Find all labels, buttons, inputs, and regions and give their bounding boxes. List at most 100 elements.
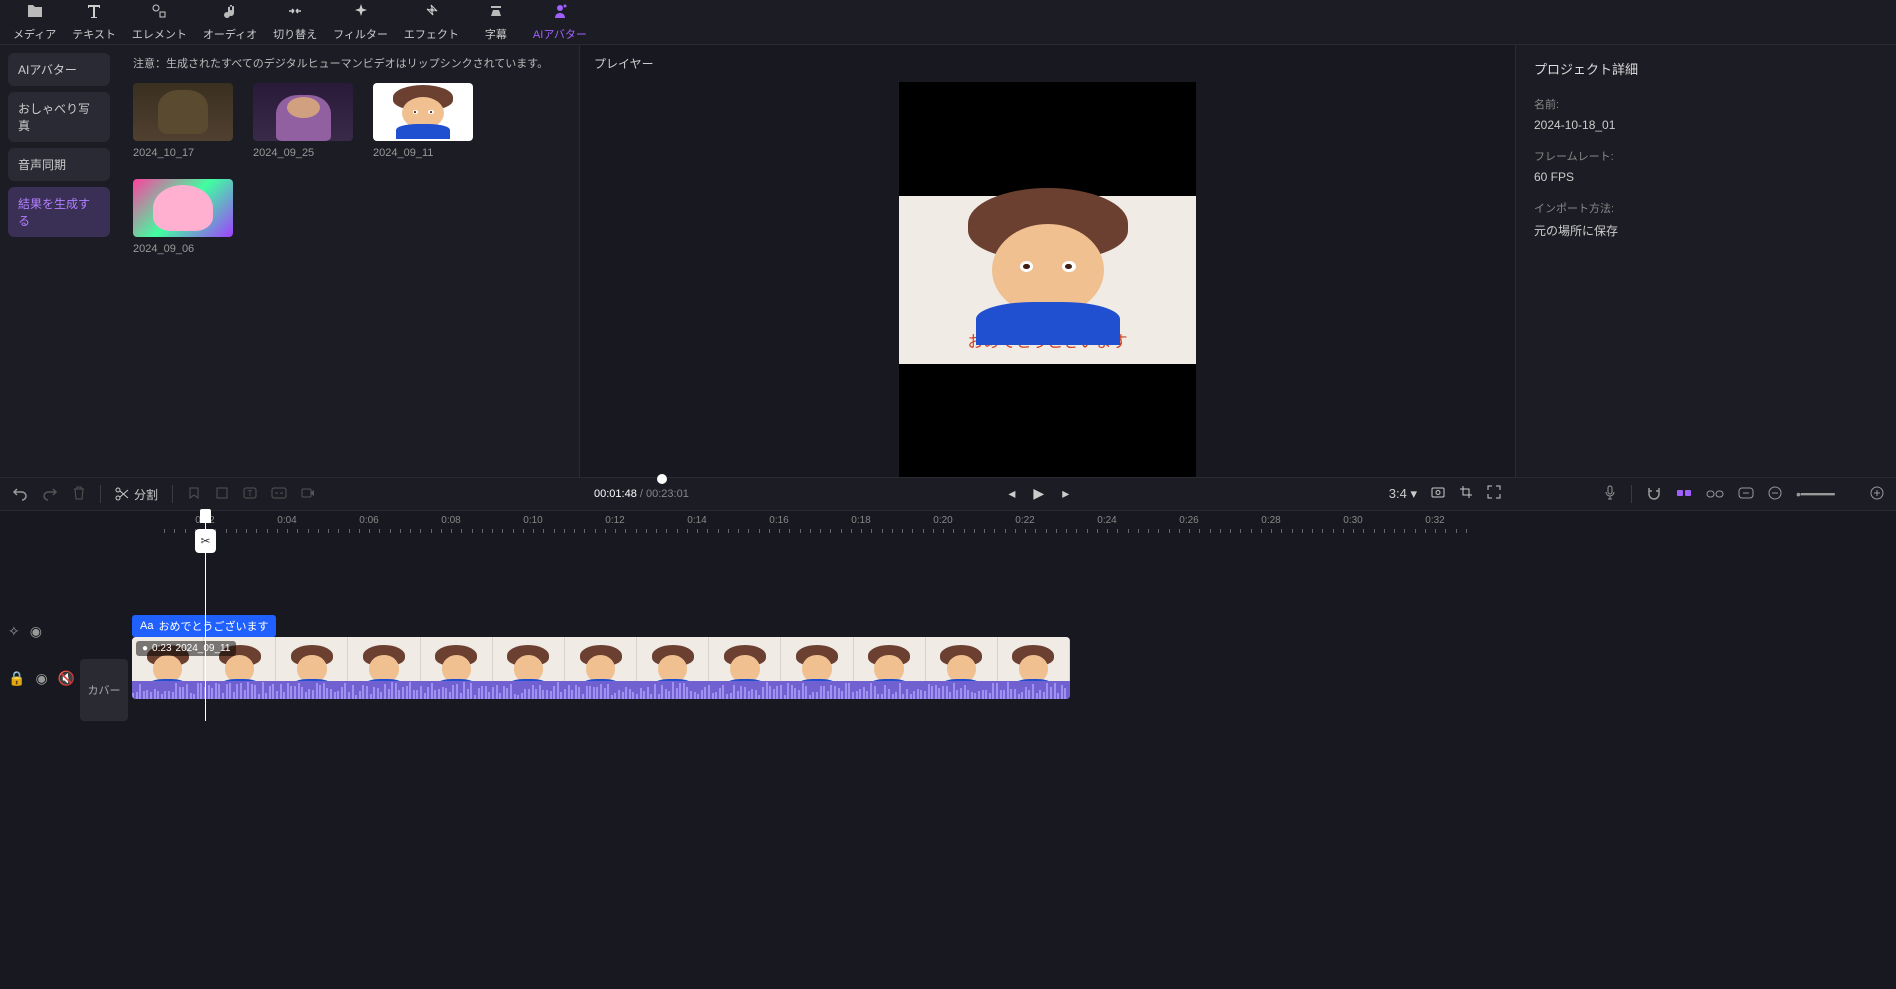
crop-tool-icon[interactable] [215, 486, 229, 503]
track-effect-icon[interactable]: ✧ [8, 623, 20, 640]
player-controls: 00:01:48 / 00:23:01 ◂ ▶ ▸ 3:4 ▾ [580, 477, 1515, 510]
ruler-mark: 0:14 [687, 515, 706, 526]
transition-icon [287, 3, 303, 24]
zoom-slider[interactable]: •━━━━ [1796, 486, 1856, 503]
avatar-icon [552, 3, 568, 24]
progress-thumb[interactable] [657, 474, 667, 484]
text-tool-icon[interactable]: T [243, 486, 257, 503]
video-clip[interactable]: ● 0:23 2024_09_11 [132, 637, 1070, 699]
thumbnail-label: 2024_09_06 [133, 243, 233, 255]
player-title: プレイヤー [580, 45, 1515, 82]
import-label: インポート方法: [1534, 200, 1878, 216]
details-panel: プロジェクト詳細 名前: 2024-10-18_01 フレームレート: 60 F… [1516, 45, 1896, 477]
tab-audio[interactable]: オーディオ [195, 0, 265, 44]
sidebar-item-generate[interactable]: 結果を生成する [8, 187, 110, 237]
subtitle-icon [488, 3, 504, 24]
thumbnail-image [373, 83, 473, 141]
framerate-label: フレームレート: [1534, 148, 1878, 164]
thumbnail-image [133, 83, 233, 141]
ruler-mark: 0:18 [851, 515, 870, 526]
audio-icon [222, 3, 238, 24]
cover-button[interactable]: カバー [80, 659, 128, 721]
tab-text[interactable]: テキスト [64, 0, 124, 44]
folder-icon [26, 3, 44, 24]
magnet-icon[interactable] [1646, 486, 1662, 503]
sidebar-item-avatar[interactable]: AIアバター [8, 53, 110, 86]
tab-ai-avatar[interactable]: AIアバター [525, 0, 595, 44]
left-panel: AIアバター おしゃべり写真 音声同期 結果を生成する 注意：生成されたすべての… [0, 45, 580, 477]
ruler-mark: 0:32 [1425, 515, 1444, 526]
track-lock-icon[interactable]: 🔒 [8, 670, 25, 687]
text-clip-label: おめでとうございます [158, 618, 268, 634]
effect-icon [423, 3, 439, 24]
current-time: 00:01:48 [594, 488, 637, 500]
track-mute-icon[interactable]: 🔇 [58, 670, 75, 687]
svg-text:T: T [248, 489, 253, 498]
ruler-mark: 0:22 [1015, 515, 1034, 526]
ruler-mark: 0:06 [359, 515, 378, 526]
unlink-icon[interactable] [1706, 486, 1724, 502]
ruler-mark: 0:16 [769, 515, 788, 526]
undo-icon[interactable] [12, 485, 28, 504]
zoom-out-icon[interactable] [1768, 486, 1782, 503]
thumbnail-image [133, 179, 233, 237]
top-tabs: メディア テキスト エレメント オーディオ 切り替え フィルター エフェクト 字… [0, 0, 1896, 45]
thumbnail-item[interactable]: 2024_09_25 [253, 83, 353, 159]
notice-text: 注意：生成されたすべてのデジタルヒューマンビデオはリップシンクされています。 [133, 55, 564, 71]
video-canvas[interactable]: おめでとうございます [899, 82, 1196, 477]
prev-frame-icon[interactable]: ◂ [1008, 485, 1015, 502]
player-panel: プレイヤー おめでとうございます 00:01:48 / 00:23:01 ◂ ▶… [580, 45, 1516, 477]
track-controls: ✧ ◉ 🔒 ◉ 🔇 [0, 615, 80, 721]
crop-icon[interactable] [1459, 485, 1473, 502]
tab-subtitle[interactable]: 字幕 [467, 0, 525, 44]
tab-elements[interactable]: エレメント [124, 0, 195, 44]
playhead-cut-icon[interactable]: ✂ [195, 529, 216, 553]
name-value: 2024-10-18_01 [1534, 118, 1878, 132]
marker-icon[interactable] [187, 486, 201, 503]
snapshot-icon[interactable] [1431, 485, 1445, 502]
tracks: Aa おめでとうございます ● 0:23 2024_09_11 [132, 615, 1896, 721]
track-eye-icon[interactable]: ◉ [30, 623, 42, 640]
thumbnail-item[interactable]: 2024_10_17 [133, 83, 233, 159]
thumbnail-item[interactable]: 2024_09_11 [373, 83, 473, 159]
sidebar: AIアバター おしゃべり写真 音声同期 結果を生成する [0, 45, 118, 477]
clip-name: 2024_09_11 [176, 643, 231, 654]
tab-label: テキスト [72, 26, 116, 42]
tab-filter[interactable]: フィルター [325, 0, 396, 44]
content-area: 注意：生成されたすべてのデジタルヒューマンビデオはリップシンクされています。 2… [118, 45, 579, 477]
tab-label: 字幕 [485, 26, 507, 42]
sidebar-item-talking-photo[interactable]: おしゃべり写真 [8, 92, 110, 142]
zoom-in-icon[interactable] [1870, 486, 1884, 503]
aspect-ratio-selector[interactable]: 3:4 ▾ [1389, 486, 1417, 502]
redo-icon[interactable] [42, 485, 58, 504]
ruler-mark: 0:12 [605, 515, 624, 526]
next-frame-icon[interactable]: ▸ [1062, 485, 1069, 502]
fullscreen-icon[interactable] [1487, 485, 1501, 502]
text-icon [86, 3, 102, 24]
link-icon[interactable] [1676, 486, 1692, 502]
track-visibility-icon[interactable]: ◉ [35, 670, 47, 687]
play-icon[interactable]: ▶ [1033, 485, 1044, 502]
tab-transition[interactable]: 切り替え [265, 0, 325, 44]
thumbnail-label: 2024_09_25 [253, 147, 353, 159]
fit-icon[interactable] [1738, 486, 1754, 502]
tab-label: オーディオ [203, 26, 257, 42]
delete-icon[interactable] [72, 485, 86, 504]
mic-icon[interactable] [1603, 485, 1617, 504]
record-tool-icon[interactable] [301, 486, 315, 503]
tab-media[interactable]: メディア [5, 0, 64, 44]
split-button[interactable]: 分割 [115, 486, 158, 503]
caption-tool-icon[interactable] [271, 486, 287, 503]
thumbnail-label: 2024_09_11 [373, 147, 473, 159]
timeline-ruler[interactable]: 0:020:040:060:080:100:120:140:160:180:20… [130, 515, 1896, 535]
playhead[interactable]: ✂ [205, 511, 206, 721]
elements-icon [151, 3, 167, 24]
thumbnail-item[interactable]: 2024_09_06 [133, 179, 233, 255]
framerate-value: 60 FPS [1534, 170, 1878, 184]
split-label: 分割 [134, 486, 158, 503]
clip-header: ● 0:23 2024_09_11 [136, 641, 236, 656]
ruler-mark: 0:20 [933, 515, 952, 526]
sidebar-item-voice-sync[interactable]: 音声同期 [8, 148, 110, 181]
text-clip-icon: Aa [140, 620, 153, 632]
tab-effect[interactable]: エフェクト [396, 0, 467, 44]
